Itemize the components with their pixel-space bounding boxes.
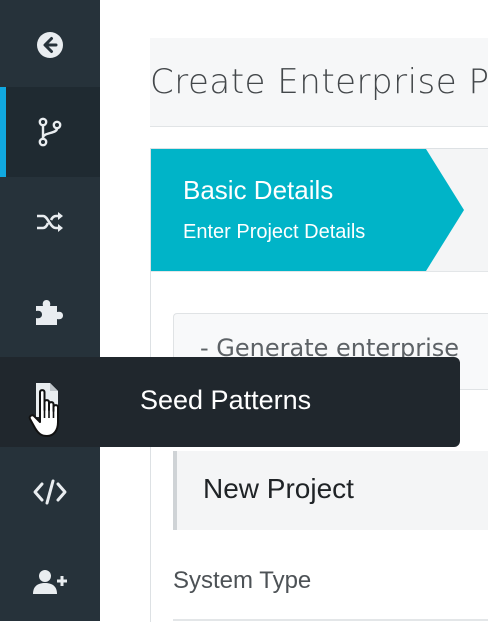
project-name: New Project bbox=[203, 473, 354, 504]
seed-patterns-tooltip: Seed Patterns bbox=[0, 357, 460, 447]
sidebar-item-branches[interactable] bbox=[0, 87, 100, 177]
puzzle-icon bbox=[36, 300, 63, 325]
user-plus-icon bbox=[33, 570, 67, 594]
sidebar bbox=[0, 0, 100, 621]
arrow-left-circle-icon bbox=[37, 32, 63, 58]
page-header: Create Enterprise P bbox=[150, 38, 488, 127]
wizard-step-basic-details[interactable]: Basic Details Enter Project Details bbox=[151, 149, 464, 271]
tooltip-text: Seed Patterns bbox=[140, 385, 312, 415]
branch-icon bbox=[38, 117, 62, 147]
sidebar-item-code[interactable] bbox=[0, 447, 100, 537]
step-title: Basic Details bbox=[183, 175, 334, 205]
sidebar-item-add-user[interactable] bbox=[0, 537, 100, 627]
hand-cursor-icon bbox=[28, 389, 59, 437]
shuffle-icon bbox=[37, 212, 63, 232]
step-arrow-shape bbox=[151, 149, 464, 271]
wizard-steps: Basic Details Enter Project Details bbox=[151, 149, 488, 272]
page-title: Create Enterprise P bbox=[150, 62, 488, 102]
back-button[interactable] bbox=[0, 0, 100, 90]
main-content: Create Enterprise P Basic Details Enter … bbox=[100, 0, 488, 622]
project-card: New Project bbox=[173, 451, 488, 530]
code-icon bbox=[33, 479, 67, 505]
system-type-label: System Type bbox=[173, 567, 312, 594]
sidebar-item-plugins[interactable] bbox=[0, 267, 100, 357]
sidebar-item-shuffle[interactable] bbox=[0, 177, 100, 267]
step-subtitle: Enter Project Details bbox=[183, 221, 366, 243]
